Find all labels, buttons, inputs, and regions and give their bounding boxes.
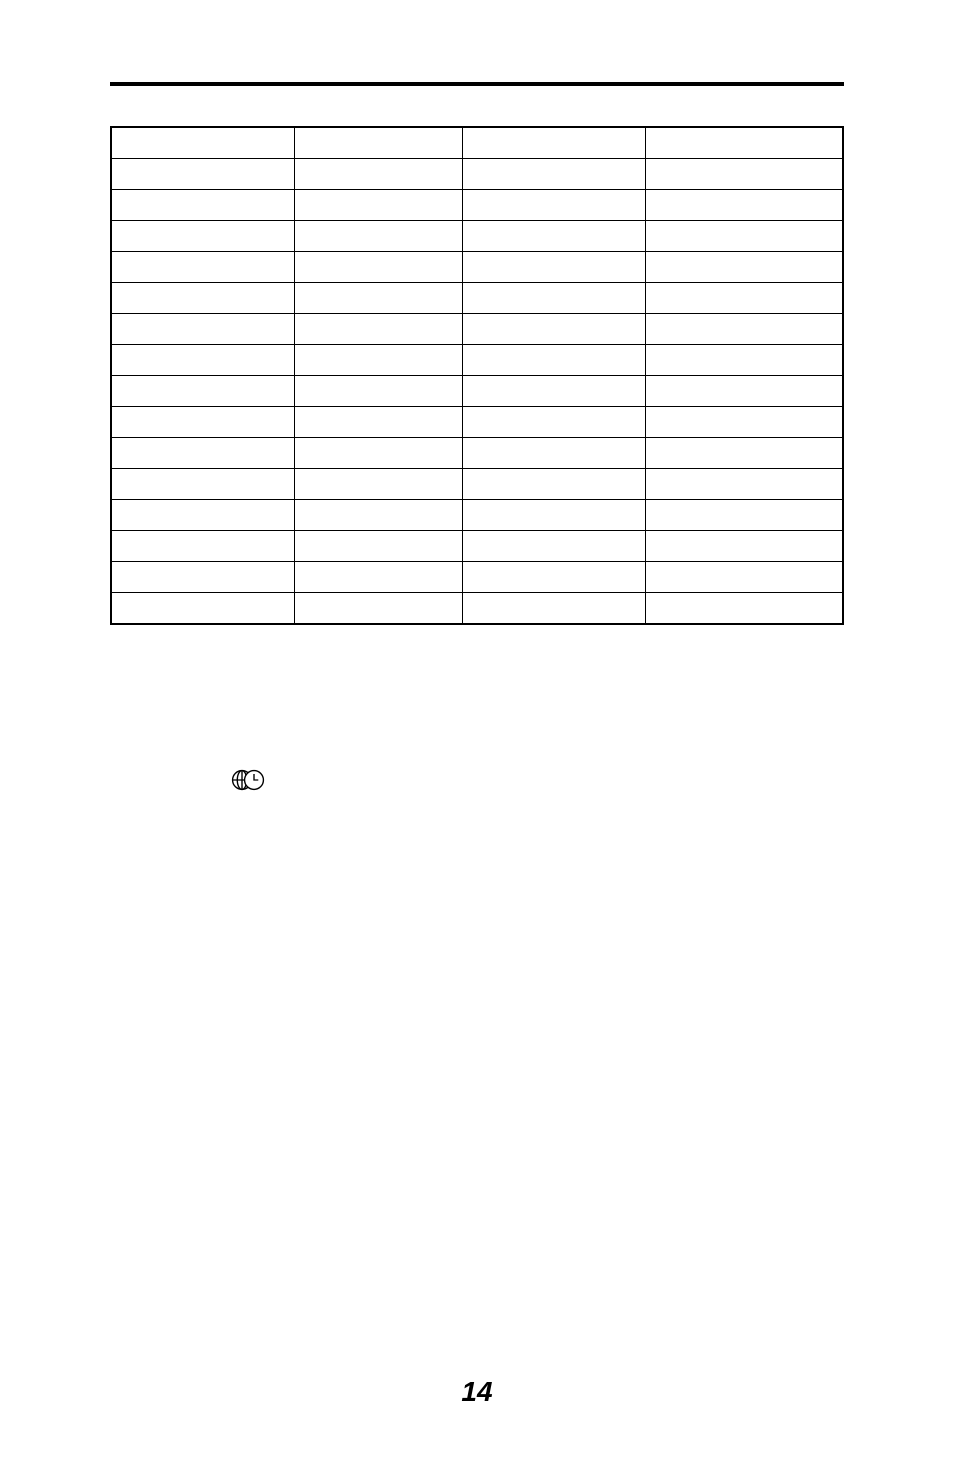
table-row [111,127,843,159]
table-row [111,159,843,190]
table-row [111,407,843,438]
timezone-table [110,126,844,625]
table-row [111,531,843,562]
table-row [111,562,843,593]
timezone-table-wrap [110,126,844,625]
table-row [111,190,843,221]
table-row [111,221,843,252]
table-row [111,345,843,376]
table-row [111,283,843,314]
table-row [111,438,843,469]
table-row [111,593,843,625]
world-clock-icon [230,765,266,795]
table-row [111,469,843,500]
table-row [111,376,843,407]
page-number: 14 [461,1376,492,1408]
heading-rule [110,82,844,86]
table-row [111,500,843,531]
table-row [111,252,843,283]
document-page: 14 [0,0,954,1468]
icon-row [110,765,844,795]
table-row [111,314,843,345]
